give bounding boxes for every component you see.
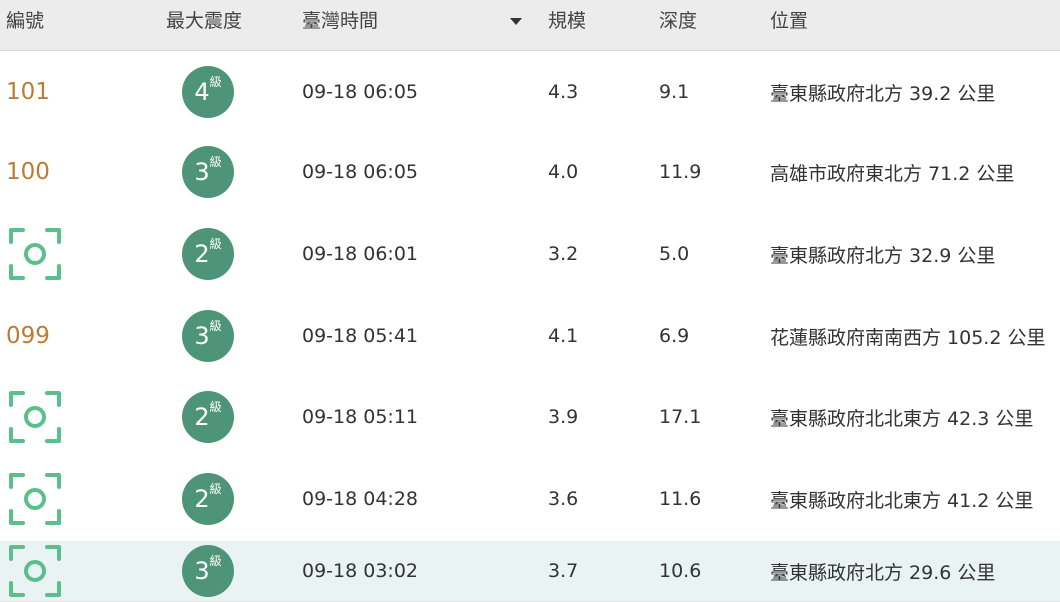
table-row[interactable]: 100 3 級 09-18 06:05 4.0 11.9 高雄市政府東北方 71.2 公里 [0,132,1060,215]
magnitude-cell: 3.2 [548,243,579,265]
intensity-badge: 2級 [182,391,234,443]
intensity-badge: 3級 [182,146,234,198]
magnitude-cell: 4.3 [548,81,579,103]
time-cell: 09-18 05:41 [302,325,419,347]
table-row[interactable]: 2 級 09-18 05:11 3.9 17.1 臺東縣政府北北東方 42.3 公里 [0,377,1060,460]
header-id[interactable]: 編號 [6,0,44,42]
magnitude-cell: 3.7 [548,560,579,582]
magnitude-cell: 4.0 [548,161,579,183]
depth-cell: 6.9 [659,325,690,347]
table-row[interactable]: 2 級 09-18 04:28 3.6 11.6 臺東縣政府北北東方 41.2 公里 [0,459,1060,542]
earthquake-number[interactable]: 099 [6,296,50,376]
time-cell: 09-18 04:28 [302,488,419,510]
scan-icon[interactable] [8,390,62,444]
location-cell: 臺東縣政府北方 39.2 公里 [770,82,996,105]
intensity-level: 3 [194,158,210,186]
header-time[interactable]: 臺灣時間 [302,0,378,42]
intensity-level: 2 [194,403,210,431]
intensity-unit: 級 [209,554,222,568]
intensity-unit: 級 [209,237,222,251]
intensity-badge: 3級 [182,545,234,597]
table-row[interactable]: 3 級 09-18 03:02 3.7 10.6 臺東縣政府北方 29.6 公里 [0,541,1060,602]
earthquake-number[interactable]: 101 [6,52,50,132]
header-location[interactable]: 位置 [770,0,808,42]
depth-cell: 9.1 [659,81,690,103]
scan-icon[interactable] [8,544,62,598]
time-cell: 09-18 06:05 [302,81,419,103]
time-cell: 09-18 06:01 [302,243,419,265]
depth-cell: 17.1 [659,406,702,428]
magnitude-cell: 3.6 [548,488,579,510]
scan-icon[interactable] [8,227,62,281]
magnitude-cell: 3.9 [548,406,579,428]
intensity-badge: 2級 [182,473,234,525]
intensity-level: 3 [194,322,210,350]
intensity-badge: 2級 [182,228,234,280]
table-row[interactable]: 101 4 級 09-18 06:05 4.3 9.1 臺東縣政府北方 39.2 公里 [0,52,1060,133]
location-cell: 臺東縣政府北方 32.9 公里 [770,244,996,267]
depth-cell: 5.0 [659,243,690,265]
time-cell: 09-18 03:02 [302,560,419,582]
earthquake-number[interactable]: 100 [6,132,50,212]
scan-icon[interactable] [8,472,62,526]
header-magnitude[interactable]: 規模 [548,0,586,42]
intensity-level: 2 [194,240,210,268]
intensity-level: 3 [194,557,210,585]
intensity-unit: 級 [209,319,222,333]
intensity-badge: 4級 [182,66,234,118]
location-cell: 臺東縣政府北北東方 41.2 公里 [770,489,1034,512]
table-header: 編號 最大震度 臺灣時間 規模 深度 位置 [0,0,1060,51]
header-max-intensity[interactable]: 最大震度 [166,0,242,42]
time-cell: 09-18 06:05 [302,161,419,183]
location-cell: 臺東縣政府北方 29.6 公里 [770,561,996,584]
time-cell: 09-18 05:11 [302,406,419,428]
table-row[interactable]: 099 3 級 09-18 05:41 4.1 6.9 花蓮縣政府南南西方 105.2 公里 [0,296,1060,378]
intensity-unit: 級 [209,75,222,89]
magnitude-cell: 4.1 [548,325,579,347]
location-cell: 花蓮縣政府南南西方 105.2 公里 [770,326,1046,349]
depth-cell: 11.6 [659,488,702,510]
header-depth[interactable]: 深度 [659,0,697,42]
intensity-unit: 級 [209,155,222,169]
intensity-badge: 3級 [182,310,234,362]
depth-cell: 11.9 [659,161,702,183]
depth-cell: 10.6 [659,560,702,582]
location-cell: 高雄市政府東北方 71.2 公里 [770,162,1015,185]
sort-desc-icon[interactable] [510,18,522,25]
intensity-unit: 級 [209,482,222,496]
location-cell: 臺東縣政府北北東方 42.3 公里 [770,407,1034,430]
intensity-unit: 級 [209,400,222,414]
table-row[interactable]: 2 級 09-18 06:01 3.2 5.0 臺東縣政府北方 32.9 公里 [0,214,1060,297]
intensity-level: 4 [194,78,210,106]
intensity-level: 2 [194,485,210,513]
